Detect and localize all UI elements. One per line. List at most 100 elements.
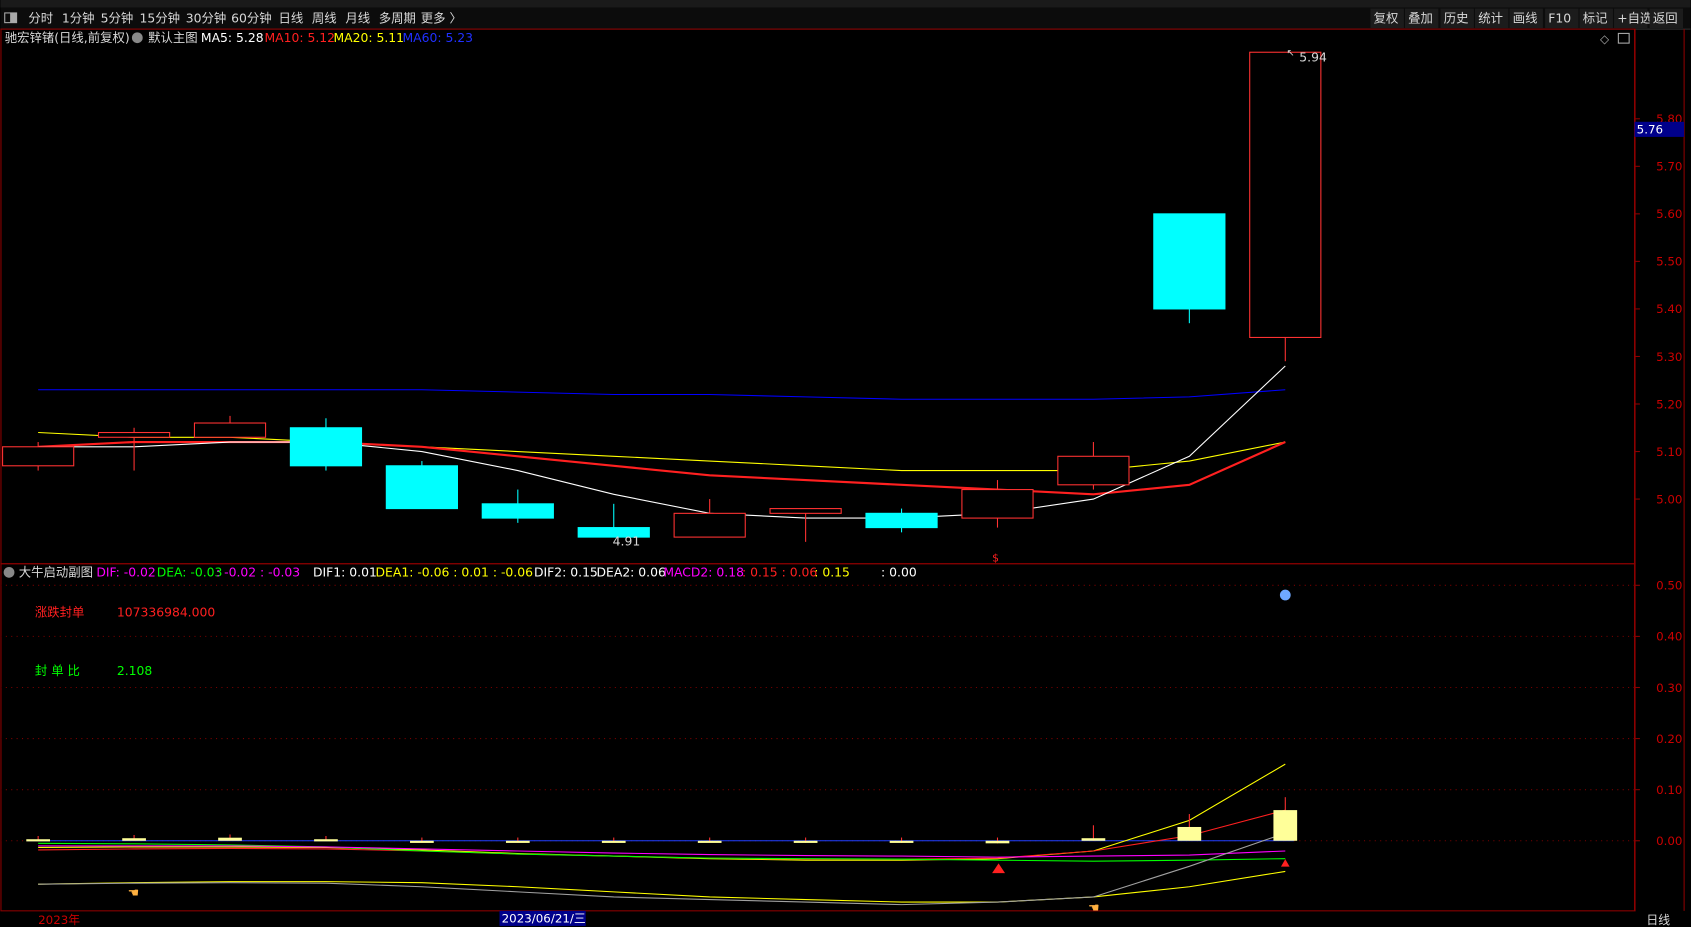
candle [1249,51,1322,362]
toolbar-button[interactable]: 历史 [1440,8,1474,29]
indicator-bar [793,840,818,843]
period-tab[interactable]: 月线 [345,11,370,26]
period-tab[interactable]: 15分钟 [139,11,180,26]
period-tab[interactable]: 1分钟 [62,11,95,26]
indicator-bar [697,840,722,843]
sub-dropdown-icon[interactable] [3,566,15,578]
toolbar-button-label: +自选 [1617,11,1652,26]
toolbar-button-label: 返回 [1653,11,1678,26]
price-tick: 5.50 [1656,255,1682,269]
macd2-label: MACD2: 0.18 [663,565,744,580]
indicator-line [38,870,1286,903]
sub-tick: 0.50 [1656,579,1682,593]
candle [1153,213,1226,324]
dea2-label: DEA2: 0.06 [597,565,666,580]
period-tab[interactable]: 30分钟 [186,11,227,26]
macd2-yellow-label: : 0.15 [814,565,850,580]
template-label[interactable]: 默认主图 [148,30,198,45]
candle [961,480,1034,528]
indicator-bar [122,838,146,841]
dif2-label: DIF2: 0.15 [534,565,598,580]
hand-marker-icon: ☚ [1088,901,1100,916]
ma60-label: MA60: 5.23 [402,30,473,45]
period-tab[interactable]: 多周期 [379,11,416,26]
candle [769,508,842,542]
panel-layout-icon[interactable] [1617,32,1630,44]
toolbar-button[interactable]: 返回 [1649,8,1684,29]
seal-order-label: 涨跌封单 [35,605,85,620]
dea-extra-label: : -0.02 : -0.03 [216,565,300,580]
sub-tick: 0.40 [1656,630,1682,644]
indicator-bar [1177,826,1202,841]
candle [865,508,938,533]
price-tick: 5.60 [1656,207,1682,221]
indicator-bar [505,840,530,843]
ma5-line [38,365,1286,519]
action-buttons: 复权 叠加 历史 统计 画线 F10 标记 +自选 返回 [1370,8,1684,29]
cursor-date: 2023/06/21/三 [502,912,586,926]
seal-ratio-label: 封 单 比 [35,663,80,678]
sub-indicator [26,763,1298,906]
high-arrow-icon: ↖ [1286,48,1294,59]
indicator-bar [601,840,626,843]
diamond-icon[interactable]: ◇ [1600,32,1610,46]
candle [289,418,363,471]
price-tick: 5.30 [1656,350,1682,364]
template-dropdown-icon[interactable] [131,32,143,44]
indicator-line [38,809,1286,860]
period-tab[interactable]: 分时 [28,11,53,26]
stock-chart-window: 分时 1分钟 5分钟 15分钟 30分钟 60分钟 日线 周线 月线 多周期 更多 〉 复权 叠加 历史… [0,0,1691,927]
stock-title: 驰宏锌锗(日线,前复权) [5,30,130,45]
sub-title[interactable]: 大牛启动副图 [19,565,93,580]
period-tab[interactable]: 周线 [312,11,337,26]
candle [2,442,75,471]
period-indicator: 日线 [1646,913,1670,927]
toolbar-button-label: 画线 [1513,11,1538,26]
indicator-bar [1081,838,1106,841]
ma10-label: MA10: 5.12 [265,30,336,45]
candle [577,503,650,538]
seal-order-value: 107336984.000 [117,605,216,620]
macd2-red-label: : 0.15 : 0.06 [742,565,817,580]
toolbar-button[interactable]: 统计 [1474,8,1509,29]
toolbar-button[interactable]: 画线 [1509,8,1543,29]
hand-marker-icon: ☚ [128,886,140,901]
candle [481,489,554,523]
price-tick: 5.70 [1656,160,1682,174]
dif-label: DIF: -0.02 [96,565,155,580]
seal-ratio-value: 2.108 [117,663,153,678]
ma60-line [38,389,1286,400]
dea1-label: DEA1: -0.06 : 0.01 : -0.06 [376,565,534,580]
sub-tick: 0.10 [1656,783,1682,797]
ma20-label: MA20: 5.11 [333,30,404,45]
candlesticks [2,51,1322,542]
signal-gear-icon[interactable] [1279,589,1291,601]
toolbar-button[interactable]: +自选 [1614,8,1652,29]
indicator-bar [314,839,338,842]
toolbar-button-label: 统计 [1478,11,1503,26]
event-marker-icon[interactable]: $ [992,552,999,565]
period-tab[interactable]: 更多 〉 [421,11,462,26]
title-bar [0,0,1691,8]
price-tick: 5.10 [1656,445,1682,459]
indicator-bar [1273,810,1298,841]
sub-tick: 0.00 [1656,834,1682,848]
price-tick: 5.00 [1656,492,1682,506]
toolbar-button[interactable]: F10 [1545,8,1579,29]
indicator-bar [218,837,242,841]
toolbar-button[interactable]: 复权 [1370,8,1404,29]
sub-value-axis: 0.50 0.40 0.30 0.20 0.10 0.00 [0,579,1682,848]
indicator-bar [26,839,51,842]
toolbar-button[interactable]: 叠加 [1404,8,1439,29]
price-tick: 5.20 [1656,397,1682,411]
sub-tick: 0.30 [1656,681,1682,695]
period-tab[interactable]: 5分钟 [101,11,134,26]
period-tab[interactable]: 60分钟 [231,11,272,26]
candle [193,415,267,438]
high-price-label: 5.94 [1299,49,1327,64]
low-price-label: 4.91 [613,533,641,548]
moving-average-lines [38,365,1286,519]
period-tab[interactable]: 日线 [279,11,304,26]
toolbar-button-label: 叠加 [1408,11,1433,26]
toolbar-button[interactable]: 标记 [1579,8,1613,29]
